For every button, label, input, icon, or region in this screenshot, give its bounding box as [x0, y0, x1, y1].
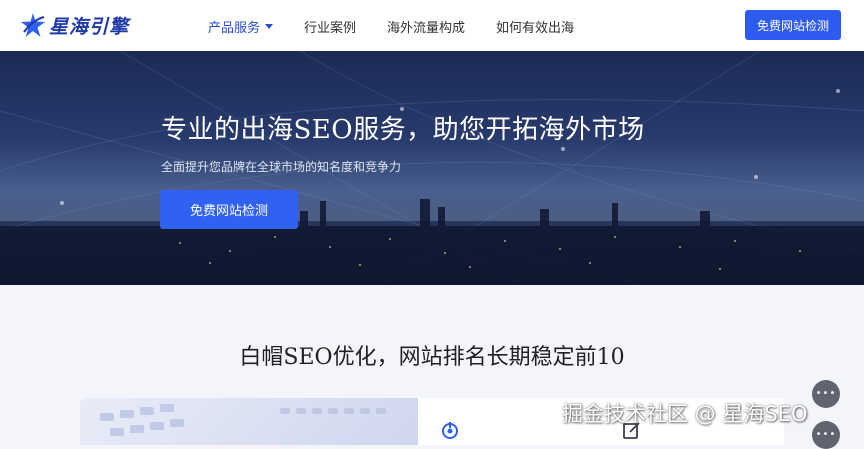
target-icon	[442, 422, 458, 439]
nav-label: 如何有效出海	[496, 20, 575, 36]
chevron-down-icon	[265, 23, 274, 29]
section-title: 白帽SEO优化，网站排名长期稳定前10	[239, 345, 625, 370]
header-free-check-button[interactable]: 免费网站检测	[745, 10, 841, 40]
nav-item-cases[interactable]: 行业案例	[304, 16, 356, 36]
nav-label: 海外流量构成	[387, 20, 466, 36]
logo-text: 星海引擎	[49, 15, 130, 38]
main-nav: 产品服务 行业案例 海外流量构成 如何有效出海	[208, 16, 605, 36]
nav-item-traffic[interactable]: 海外流量构成	[387, 16, 465, 36]
hero-title: 专业的出海SEO服务，助您开拓海外市场	[161, 115, 645, 145]
feature-image-card	[80, 398, 418, 445]
hero-banner: 专业的出海SEO服务，助您开拓海外市场 全面提升您品牌在全球市场的知名度和竞争力…	[0, 51, 864, 285]
top-navbar: 星海引擎 产品服务 行业案例 海外流量构成 如何有效出海 免费网站检测	[0, 0, 864, 51]
hero-free-check-button[interactable]: 免费网站检测	[160, 190, 298, 229]
hero-city-background	[0, 51, 864, 285]
nav-item-products[interactable]: 产品服务	[208, 16, 274, 36]
chat-icon: •••	[815, 388, 837, 399]
logo-star-icon	[21, 13, 45, 37]
chat-icon: •••	[815, 429, 837, 440]
hero-subtitle: 全面提升您品牌在全球市场的知名度和竞争力	[161, 160, 402, 174]
nav-label: 产品服务	[208, 20, 261, 36]
nav-item-how-to[interactable]: 如何有效出海	[496, 16, 574, 36]
logo[interactable]: 星海引擎	[20, 11, 129, 39]
keyboard-image	[100, 404, 386, 436]
chat-float-button[interactable]: •••	[812, 380, 840, 408]
watermark: 掘金技术社区 @ 星海SEO	[562, 402, 808, 426]
nav-label: 行业案例	[304, 20, 357, 36]
